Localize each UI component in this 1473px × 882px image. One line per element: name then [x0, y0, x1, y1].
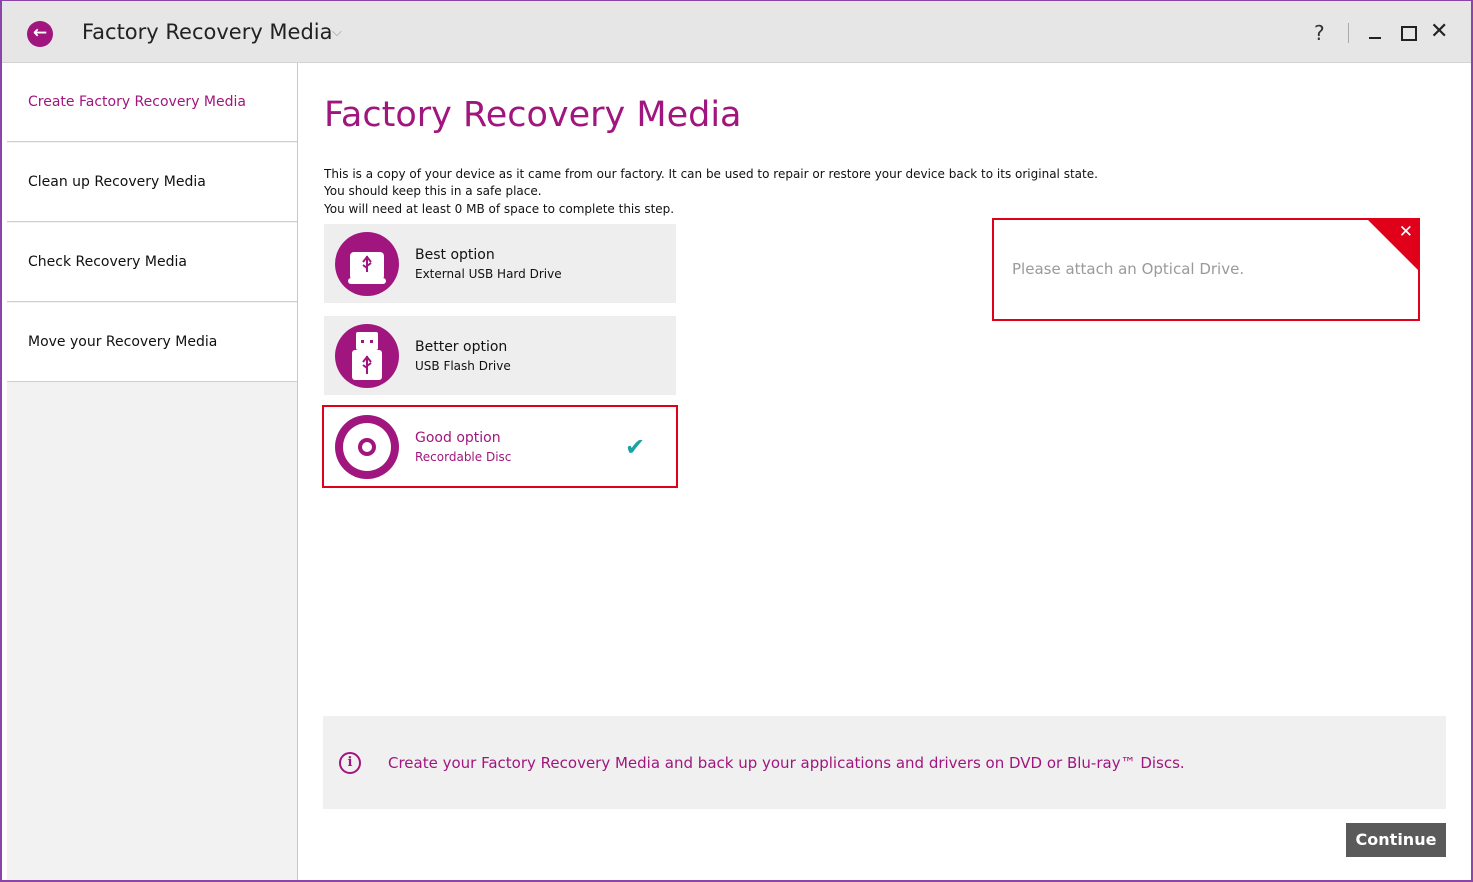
close-window-button[interactable]: ✕: [1430, 19, 1448, 45]
back-arrow-icon: ←: [32, 23, 48, 43]
option-title: Better option: [415, 339, 508, 355]
window-title: Factory Recovery Media: [82, 20, 333, 44]
option-usb-flash-drive[interactable]: Better option USB Flash Drive: [324, 316, 676, 395]
optical-drive-alert: Please attach an Optical Drive. ✕: [992, 218, 1420, 321]
page-title: Factory Recovery Media: [324, 95, 742, 135]
app-window: ← Factory Recovery Media ⌵ ? ✕ Create Fa…: [0, 0, 1473, 882]
info-icon: i: [339, 752, 361, 774]
chevron-down-icon[interactable]: ⌵: [332, 25, 342, 40]
continue-button[interactable]: Continue: [1346, 823, 1446, 857]
disc-icon: [335, 415, 399, 479]
option-subtitle: External USB Hard Drive: [415, 267, 562, 281]
sidebar: Create Factory Recovery Media Clean up R…: [7, 63, 298, 880]
checkmark-icon: ✔: [625, 433, 646, 461]
option-recordable-disc[interactable]: Good option Recordable Disc ✔: [322, 405, 678, 488]
sidebar-item-create-factory-recovery-media[interactable]: Create Factory Recovery Media: [7, 63, 297, 142]
close-icon[interactable]: ✕: [1399, 222, 1413, 242]
sidebar-item-check-recovery-media[interactable]: Check Recovery Media: [7, 223, 297, 302]
minimize-button[interactable]: [1369, 37, 1381, 39]
sidebar-item-move-recovery-media[interactable]: Move your Recovery Media: [7, 303, 297, 382]
option-title: Best option: [415, 247, 495, 263]
title-bar: ← Factory Recovery Media ⌵ ? ✕: [2, 1, 1471, 63]
maximize-button[interactable]: [1401, 26, 1417, 41]
info-bar: i Create your Factory Recovery Media and…: [323, 716, 1446, 809]
option-subtitle: Recordable Disc: [415, 450, 512, 464]
option-usb-hard-drive[interactable]: Best option External USB Hard Drive: [324, 224, 676, 303]
description-line-1: This is a copy of your device as it came…: [324, 167, 1098, 181]
usb-flash-drive-icon: [335, 324, 399, 388]
alert-message: Please attach an Optical Drive.: [1012, 260, 1245, 278]
option-subtitle: USB Flash Drive: [415, 359, 511, 373]
usb-hard-drive-icon: [335, 232, 399, 296]
info-text: Create your Factory Recovery Media and b…: [388, 754, 1185, 772]
back-button[interactable]: ←: [27, 21, 53, 47]
help-button[interactable]: ?: [1314, 21, 1325, 45]
description-line-3: You will need at least 0 MB of space to …: [324, 202, 675, 216]
option-title: Good option: [415, 430, 501, 446]
sidebar-item-clean-up-recovery-media[interactable]: Clean up Recovery Media: [7, 143, 297, 222]
description-line-2: You should keep this in a safe place.: [324, 184, 542, 198]
titlebar-divider: [1348, 23, 1349, 43]
